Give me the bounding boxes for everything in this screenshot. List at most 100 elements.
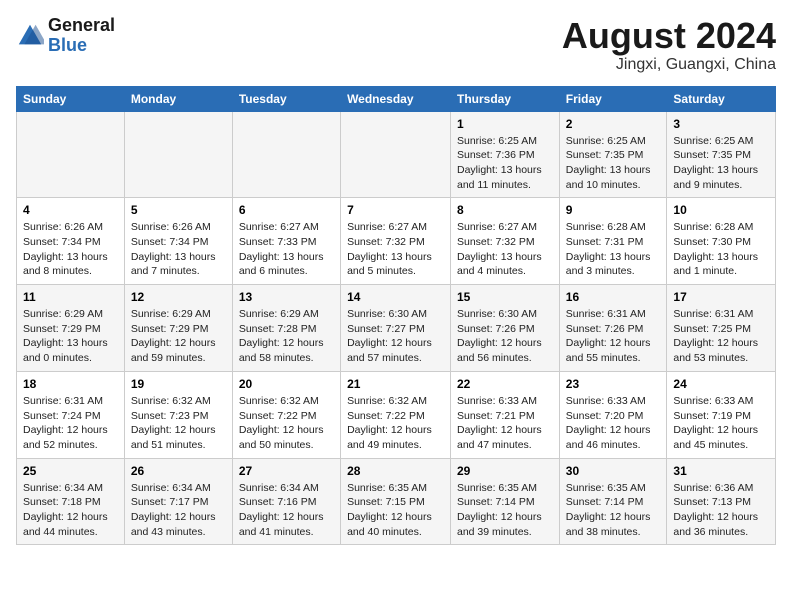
day-info: Sunrise: 6:35 AM Sunset: 7:14 PM Dayligh… <box>566 481 661 540</box>
day-number: 2 <box>566 117 661 131</box>
header-saturday: Saturday <box>667 86 776 111</box>
calendar-cell: 28Sunrise: 6:35 AM Sunset: 7:15 PM Dayli… <box>341 458 451 545</box>
day-number: 5 <box>131 203 226 217</box>
day-number: 14 <box>347 290 444 304</box>
calendar-table: SundayMondayTuesdayWednesdayThursdayFrid… <box>16 86 776 546</box>
calendar-cell: 13 Sunrise: 6:29 AM Sunset: 7:28 PM Dayli… <box>232 285 340 372</box>
day-info: Sunrise: 6:30 AM Sunset: 7:27 PM Dayligh… <box>347 307 444 366</box>
day-info: Sunrise: 6:29 AM Sunset: 7:29 PM Dayligh… <box>23 307 118 366</box>
day-info: Sunrise: 6:30 AM Sunset: 7:26 PM Dayligh… <box>457 307 553 366</box>
logo: General Blue <box>16 16 115 56</box>
logo-text: General Blue <box>48 16 115 56</box>
calendar-cell: 7 Sunrise: 6:27 AM Sunset: 7:32 PM Daylig… <box>341 198 451 285</box>
calendar-cell: 22 Sunrise: 6:33 AM Sunset: 7:21 PM Dayli… <box>451 371 560 458</box>
day-number: 29 <box>457 464 553 478</box>
day-number: 30 <box>566 464 661 478</box>
day-number: 23 <box>566 377 661 391</box>
day-info: Sunrise: 6:32 AM Sunset: 7:22 PM Dayligh… <box>347 394 444 453</box>
calendar-cell: 18Sunrise: 6:31 AM Sunset: 7:24 PM Dayli… <box>17 371 125 458</box>
header-sunday: Sunday <box>17 86 125 111</box>
day-number: 8 <box>457 203 553 217</box>
page-title: August 2024 <box>562 16 776 56</box>
day-number: 24 <box>673 377 769 391</box>
calendar-cell: 24 Sunrise: 6:33 AM Sunset: 7:19 PM Dayli… <box>667 371 776 458</box>
day-info: Sunrise: 6:35 AM Sunset: 7:15 PM Dayligh… <box>347 481 444 540</box>
day-info: Sunrise: 6:29 AM Sunset: 7:28 PM Dayligh… <box>239 307 334 366</box>
calendar-cell: 11 Sunrise: 6:29 AM Sunset: 7:29 PM Dayli… <box>17 285 125 372</box>
calendar-cell <box>232 111 340 198</box>
day-info: Sunrise: 6:35 AM Sunset: 7:14 PM Dayligh… <box>457 481 553 540</box>
day-info: Sunrise: 6:33 AM Sunset: 7:19 PM Dayligh… <box>673 394 769 453</box>
calendar-header-row: SundayMondayTuesdayWednesdayThursdayFrid… <box>17 86 776 111</box>
day-number: 7 <box>347 203 444 217</box>
day-number: 20 <box>239 377 334 391</box>
calendar-cell: 10 Sunrise: 6:28 AM Sunset: 7:30 PM Dayli… <box>667 198 776 285</box>
calendar-cell: 1Sunrise: 6:25 AM Sunset: 7:36 PM Daylig… <box>451 111 560 198</box>
logo-blue: Blue <box>48 35 87 55</box>
calendar-cell: 19 Sunrise: 6:32 AM Sunset: 7:23 PM Dayli… <box>124 371 232 458</box>
day-number: 26 <box>131 464 226 478</box>
day-info: Sunrise: 6:28 AM Sunset: 7:31 PM Dayligh… <box>566 220 661 279</box>
calendar-cell: 25 Sunrise: 6:34 AM Sunset: 7:18 PM Dayli… <box>17 458 125 545</box>
calendar-cell <box>124 111 232 198</box>
calendar-cell: 15 Sunrise: 6:30 AM Sunset: 7:26 PM Dayli… <box>451 285 560 372</box>
day-info: Sunrise: 6:31 AM Sunset: 7:24 PM Dayligh… <box>23 394 118 453</box>
day-number: 3 <box>673 117 769 131</box>
calendar-week-1: 1Sunrise: 6:25 AM Sunset: 7:36 PM Daylig… <box>17 111 776 198</box>
day-number: 15 <box>457 290 553 304</box>
calendar-week-4: 18Sunrise: 6:31 AM Sunset: 7:24 PM Dayli… <box>17 371 776 458</box>
day-info: Sunrise: 6:36 AM Sunset: 7:13 PM Dayligh… <box>673 481 769 540</box>
day-number: 11 <box>23 290 118 304</box>
day-info: Sunrise: 6:34 AM Sunset: 7:18 PM Dayligh… <box>23 481 118 540</box>
calendar-cell: 3 Sunrise: 6:25 AM Sunset: 7:35 PM Daylig… <box>667 111 776 198</box>
day-info: Sunrise: 6:25 AM Sunset: 7:36 PM Dayligh… <box>457 134 553 193</box>
header-tuesday: Tuesday <box>232 86 340 111</box>
day-info: Sunrise: 6:27 AM Sunset: 7:32 PM Dayligh… <box>457 220 553 279</box>
calendar-cell: 5 Sunrise: 6:26 AM Sunset: 7:34 PM Daylig… <box>124 198 232 285</box>
day-number: 19 <box>131 377 226 391</box>
day-info: Sunrise: 6:33 AM Sunset: 7:21 PM Dayligh… <box>457 394 553 453</box>
day-info: Sunrise: 6:32 AM Sunset: 7:23 PM Dayligh… <box>131 394 226 453</box>
page-subtitle: Jingxi, Guangxi, China <box>562 56 776 74</box>
calendar-cell: 26 Sunrise: 6:34 AM Sunset: 7:17 PM Dayli… <box>124 458 232 545</box>
calendar-week-2: 4 Sunrise: 6:26 AM Sunset: 7:34 PM Daylig… <box>17 198 776 285</box>
day-info: Sunrise: 6:34 AM Sunset: 7:16 PM Dayligh… <box>239 481 334 540</box>
calendar-cell: 8 Sunrise: 6:27 AM Sunset: 7:32 PM Daylig… <box>451 198 560 285</box>
calendar-cell: 4Sunrise: 6:26 AM Sunset: 7:34 PM Daylig… <box>17 198 125 285</box>
day-number: 22 <box>457 377 553 391</box>
calendar-cell: 14 Sunrise: 6:30 AM Sunset: 7:27 PM Dayli… <box>341 285 451 372</box>
day-number: 17 <box>673 290 769 304</box>
calendar-cell: 31 Sunrise: 6:36 AM Sunset: 7:13 PM Dayli… <box>667 458 776 545</box>
calendar-cell: 2 Sunrise: 6:25 AM Sunset: 7:35 PM Daylig… <box>559 111 667 198</box>
day-number: 27 <box>239 464 334 478</box>
day-info: Sunrise: 6:27 AM Sunset: 7:32 PM Dayligh… <box>347 220 444 279</box>
day-number: 31 <box>673 464 769 478</box>
day-number: 4 <box>23 203 118 217</box>
calendar-cell: 29 Sunrise: 6:35 AM Sunset: 7:14 PM Dayli… <box>451 458 560 545</box>
day-info: Sunrise: 6:34 AM Sunset: 7:17 PM Dayligh… <box>131 481 226 540</box>
calendar-cell: 21Sunrise: 6:32 AM Sunset: 7:22 PM Dayli… <box>341 371 451 458</box>
calendar-week-3: 11 Sunrise: 6:29 AM Sunset: 7:29 PM Dayli… <box>17 285 776 372</box>
day-number: 25 <box>23 464 118 478</box>
day-number: 13 <box>239 290 334 304</box>
calendar-cell: 16Sunrise: 6:31 AM Sunset: 7:26 PM Dayli… <box>559 285 667 372</box>
day-number: 10 <box>673 203 769 217</box>
day-info: Sunrise: 6:25 AM Sunset: 7:35 PM Dayligh… <box>566 134 661 193</box>
header-friday: Friday <box>559 86 667 111</box>
day-info: Sunrise: 6:26 AM Sunset: 7:34 PM Dayligh… <box>131 220 226 279</box>
day-info: Sunrise: 6:33 AM Sunset: 7:20 PM Dayligh… <box>566 394 661 453</box>
header-wednesday: Wednesday <box>341 86 451 111</box>
day-info: Sunrise: 6:27 AM Sunset: 7:33 PM Dayligh… <box>239 220 334 279</box>
calendar-cell: 12Sunrise: 6:29 AM Sunset: 7:29 PM Dayli… <box>124 285 232 372</box>
header-monday: Monday <box>124 86 232 111</box>
day-info: Sunrise: 6:29 AM Sunset: 7:29 PM Dayligh… <box>131 307 226 366</box>
calendar-cell: 9Sunrise: 6:28 AM Sunset: 7:31 PM Daylig… <box>559 198 667 285</box>
day-info: Sunrise: 6:28 AM Sunset: 7:30 PM Dayligh… <box>673 220 769 279</box>
logo-general: General <box>48 16 115 36</box>
day-number: 16 <box>566 290 661 304</box>
day-info: Sunrise: 6:25 AM Sunset: 7:35 PM Dayligh… <box>673 134 769 193</box>
calendar-cell <box>341 111 451 198</box>
calendar-week-5: 25 Sunrise: 6:34 AM Sunset: 7:18 PM Dayli… <box>17 458 776 545</box>
logo-icon <box>16 22 44 50</box>
header-thursday: Thursday <box>451 86 560 111</box>
